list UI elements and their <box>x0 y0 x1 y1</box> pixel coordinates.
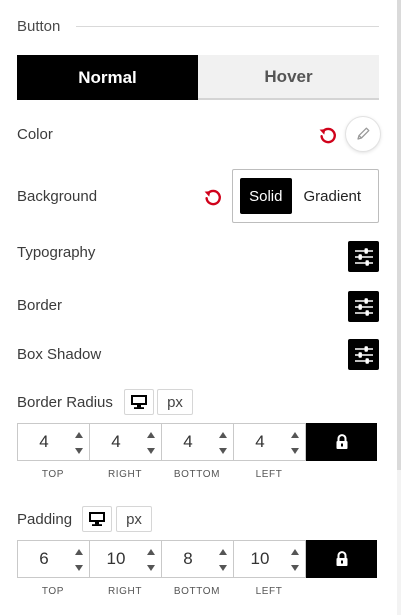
color-label: Color <box>17 126 53 143</box>
background-type-switch: Solid Gradient <box>232 169 379 223</box>
tab-normal[interactable]: Normal <box>17 55 198 100</box>
background-label: Background <box>17 188 98 205</box>
box-shadow-settings-button[interactable] <box>348 339 379 370</box>
typography-label: Typography <box>17 244 96 261</box>
sliders-icon <box>354 247 373 266</box>
scrollbar-thumb[interactable] <box>397 0 401 470</box>
padding-link-button[interactable] <box>306 540 377 578</box>
padding-inputs: 6 10 8 10 <box>17 540 379 578</box>
color-picker-swatch[interactable] <box>346 117 380 151</box>
padding-unit-button[interactable]: px <box>116 506 152 532</box>
caret-up-icon[interactable] <box>146 428 156 440</box>
label-left: LEFT <box>255 586 283 597</box>
padding-bottom-value[interactable]: 8 <box>162 541 214 577</box>
border-radius-inputs: 4 4 4 4 <box>17 423 379 461</box>
caret-up-icon[interactable] <box>218 428 228 440</box>
caret-down-icon[interactable] <box>74 561 84 573</box>
caret-down-icon[interactable] <box>218 444 228 456</box>
lock-icon <box>336 434 347 449</box>
typography-settings-button[interactable] <box>348 241 379 272</box>
padding-side-labels: TOP RIGHT BOTTOM LEFT <box>17 586 307 600</box>
sliders-icon <box>354 297 373 316</box>
background-gradient-option[interactable]: Gradient <box>294 178 371 214</box>
caret-up-icon[interactable] <box>290 545 300 557</box>
padding-bottom-field[interactable]: 8 <box>161 540 234 578</box>
border-radius-bottom-field[interactable]: 4 <box>161 423 234 461</box>
padding-right-value[interactable]: 10 <box>90 541 142 577</box>
border-radius-unit-button[interactable]: px <box>157 389 193 415</box>
border-settings-button[interactable] <box>348 291 379 322</box>
spinner <box>218 428 228 456</box>
state-tabs: Normal Hover <box>17 55 379 100</box>
caret-down-icon[interactable] <box>218 561 228 573</box>
border-radius-left-field[interactable]: 4 <box>233 423 306 461</box>
border-radius-top-field[interactable]: 4 <box>17 423 90 461</box>
padding-device-button[interactable] <box>82 506 112 532</box>
caret-up-icon[interactable] <box>218 545 228 557</box>
reset-icon[interactable] <box>203 187 223 207</box>
spinner <box>218 545 228 573</box>
padding-top-field[interactable]: 6 <box>17 540 90 578</box>
reset-icon[interactable] <box>318 125 338 145</box>
border-radius-right-value[interactable]: 4 <box>90 424 142 460</box>
caret-down-icon[interactable] <box>290 444 300 456</box>
label-right: RIGHT <box>107 586 143 597</box>
caret-down-icon[interactable] <box>74 444 84 456</box>
padding-left-field[interactable]: 10 <box>233 540 306 578</box>
label-bottom: BOTTOM <box>173 586 221 597</box>
lock-icon <box>336 551 347 566</box>
spinner <box>290 545 300 573</box>
desktop-icon <box>131 395 147 409</box>
padding-top-value[interactable]: 6 <box>18 541 70 577</box>
border-radius-top-value[interactable]: 4 <box>18 424 70 460</box>
label-top: TOP <box>41 469 65 480</box>
caret-up-icon[interactable] <box>74 428 84 440</box>
label-left: LEFT <box>255 469 283 480</box>
border-radius-side-labels: TOP RIGHT BOTTOM LEFT <box>17 469 307 483</box>
spinner <box>74 545 84 573</box>
border-radius-bottom-value[interactable]: 4 <box>162 424 214 460</box>
caret-up-icon[interactable] <box>290 428 300 440</box>
box-shadow-label: Box Shadow <box>17 346 102 363</box>
padding-right-field[interactable]: 10 <box>89 540 162 578</box>
border-label: Border <box>17 297 63 314</box>
section-title: Button <box>17 17 61 35</box>
label-top: TOP <box>41 586 65 597</box>
desktop-icon <box>89 512 105 526</box>
border-radius-link-button[interactable] <box>306 423 377 461</box>
spinner <box>146 545 156 573</box>
spinner <box>290 428 300 456</box>
border-radius-right-field[interactable]: 4 <box>89 423 162 461</box>
background-solid-option[interactable]: Solid <box>240 178 292 214</box>
section-divider <box>76 25 379 27</box>
caret-down-icon[interactable] <box>146 561 156 573</box>
label-right: RIGHT <box>107 469 143 480</box>
padding-left-value[interactable]: 10 <box>234 541 286 577</box>
section-header[interactable]: Button <box>17 16 379 36</box>
sliders-icon <box>354 345 373 364</box>
border-radius-left-value[interactable]: 4 <box>234 424 286 460</box>
label-bottom: BOTTOM <box>173 469 221 480</box>
caret-down-icon[interactable] <box>290 561 300 573</box>
spinner <box>74 428 84 456</box>
style-panel: Button Normal Hover Color Background Sol… <box>0 0 401 615</box>
pencil-icon <box>357 127 370 140</box>
padding-label: Padding <box>17 511 73 528</box>
scrollbar[interactable] <box>397 0 401 615</box>
caret-up-icon[interactable] <box>74 545 84 557</box>
tab-hover[interactable]: Hover <box>198 55 379 100</box>
caret-down-icon[interactable] <box>146 444 156 456</box>
border-radius-device-button[interactable] <box>124 389 154 415</box>
border-radius-label: Border Radius <box>17 394 113 411</box>
caret-up-icon[interactable] <box>146 545 156 557</box>
spinner <box>146 428 156 456</box>
